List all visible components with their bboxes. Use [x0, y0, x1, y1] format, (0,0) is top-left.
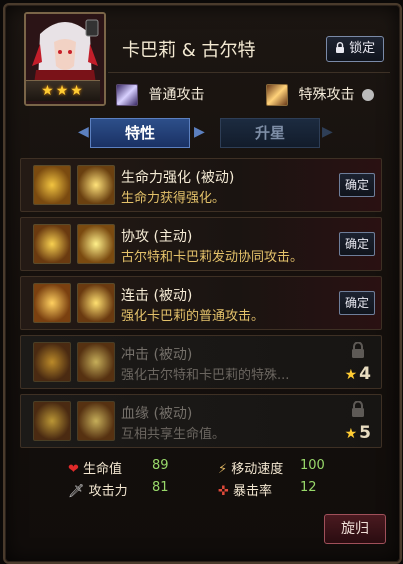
required-stars: ★ 4 — [345, 364, 371, 384]
skill-row[interactable]: 生命力强化 (被动) 生命力获得强化。 确定 — [20, 158, 382, 212]
skill-list: 生命力强化 (被动) 生命力获得强化。 确定 协攻 (主动) 古尔特和卡巴莉发动… — [20, 158, 382, 453]
lock-button[interactable]: 锁定 — [326, 36, 384, 62]
skill-row-locked[interactable]: 血缘 (被动) 互相共享生命值。 ★ 5 — [20, 394, 382, 448]
figure-icon — [77, 401, 115, 441]
bloodline-icon — [33, 401, 71, 441]
required-stars: ★ 5 — [345, 423, 371, 443]
boot-icon: ⚡ — [218, 462, 228, 477]
flame-icon — [77, 342, 115, 382]
required-stars-value: 5 — [359, 423, 371, 443]
skill-name: 连击 (被动) — [121, 288, 193, 304]
star-icon: ★ — [344, 426, 358, 442]
confirm-button[interactable]: 确定 — [339, 232, 375, 256]
special-attack[interactable]: 特殊攻击 — [266, 84, 374, 108]
stat-hp: ❤ 生命值 89 — [68, 458, 169, 477]
tab-bar: ◀ 特性 ▶ 升星 ▶ — [18, 114, 383, 150]
info-icon[interactable] — [361, 89, 374, 101]
confirm-button[interactable]: 确定 — [339, 291, 375, 315]
hp-boost-icon — [33, 165, 71, 205]
star-icon: ★ — [344, 367, 358, 383]
stat-hp-value: 89 — [152, 458, 169, 473]
confirm-button[interactable]: 确定 — [339, 173, 375, 197]
sword-stat-icon: 🗡 — [68, 484, 85, 499]
hero-star-rating: ★★★ — [26, 80, 100, 101]
crosshair-icon: ✜ — [218, 484, 229, 499]
skill-name: 冲击 (被动) — [121, 347, 193, 363]
lock-icon — [352, 342, 364, 358]
burst-icon — [77, 224, 115, 264]
team-attack-icon — [33, 224, 71, 264]
stat-hp-label: 生命值 — [83, 462, 123, 477]
heart-icon: ❤ — [68, 462, 79, 477]
lock-icon — [352, 401, 364, 417]
skill-description: 古尔特和卡巴莉发动协同攻击。 — [121, 250, 304, 265]
stat-crit-value: 12 — [300, 480, 317, 495]
skill-name: 血缘 (被动) — [121, 406, 193, 422]
skill-row-locked[interactable]: 冲击 (被动) 强化古尔特和卡巴莉的特殊... ★ 4 — [20, 335, 382, 389]
stat-speed-value: 100 — [300, 458, 325, 473]
normal-attack-icon — [116, 84, 138, 106]
lock-icon — [335, 42, 344, 53]
required-stars-value: 4 — [359, 364, 371, 384]
skill-description: 互相共享生命值。 — [121, 427, 226, 442]
tab-left-arrow-icon: ◀ — [78, 124, 89, 140]
stat-crit: ✜ 暴击率 12 — [218, 480, 317, 499]
skill-row[interactable]: 协攻 (主动) 古尔特和卡巴莉发动协同攻击。 确定 — [20, 217, 382, 271]
skill-description: 强化卡巴莉的普通攻击。 — [121, 309, 265, 324]
tab-right-arrow-icon: ▶ — [194, 124, 205, 140]
tab-traits[interactable]: 特性 — [90, 118, 190, 148]
skill-description: 强化古尔特和卡巴莉的特殊... — [121, 368, 290, 383]
impact-icon — [33, 342, 71, 382]
special-attack-icon — [266, 84, 288, 106]
skill-name: 生命力强化 (被动) — [121, 170, 235, 186]
skill-name: 协攻 (主动) — [121, 229, 193, 245]
stat-speed: ⚡ 移动速度 100 — [218, 458, 325, 477]
skill-description: 生命力获得强化。 — [121, 191, 226, 206]
hero-name: 卡巴莉 & 古尔特 — [122, 40, 256, 61]
normal-attack-label: 普通攻击 — [148, 87, 205, 103]
stat-attack-label: 攻击力 — [88, 484, 128, 499]
claw-icon — [77, 283, 115, 323]
back-button[interactable]: 旋归 — [324, 514, 386, 544]
stat-speed-label: 移动速度 — [231, 462, 284, 477]
tab-right-arrow-icon-2: ▶ — [322, 124, 333, 140]
normal-attack[interactable]: 普通攻击 — [116, 84, 204, 108]
tab-star-up[interactable]: 升星 — [220, 118, 320, 148]
skill-row[interactable]: 连击 (被动) 强化卡巴莉的普通攻击。 确定 — [20, 276, 382, 330]
hero-title-bar: 卡巴莉 & 古尔特 锁定 — [108, 24, 390, 73]
combo-icon — [33, 283, 71, 323]
lock-button-label: 锁定 — [349, 41, 376, 56]
stat-attack-value: 81 — [152, 480, 169, 495]
sword-icon — [77, 165, 115, 205]
special-attack-label: 特殊攻击 — [298, 87, 355, 103]
stat-attack: 🗡 攻击力 81 — [68, 480, 169, 499]
stat-crit-label: 暴击率 — [233, 484, 273, 499]
